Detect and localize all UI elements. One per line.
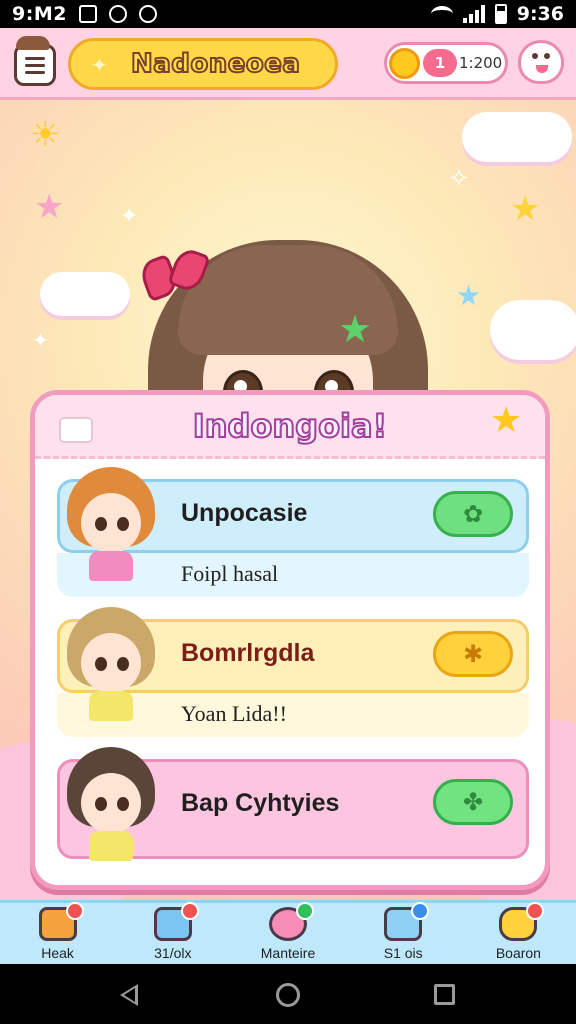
clover-icon: ✤ xyxy=(462,788,484,816)
star-icon[interactable]: ★ xyxy=(490,403,522,439)
nav-item-bear[interactable]: Boaron xyxy=(461,902,576,964)
coin-icon xyxy=(389,48,420,79)
coin-total: 1:200 xyxy=(459,54,503,72)
nav-item-home[interactable]: Heak xyxy=(0,902,115,964)
nav-label: Heak xyxy=(41,945,74,961)
character-avatar xyxy=(61,607,161,723)
top-app-bar: ✦ Nadoneoea 1 1:200 xyxy=(0,28,576,100)
bottom-navigation: Heak 31/olx Manteire S1 ois Boaron xyxy=(0,900,576,964)
status-time-right: 9:36 xyxy=(516,3,564,25)
cloud xyxy=(40,272,130,316)
dialog-title: Indongoia! xyxy=(192,406,388,446)
mascot-profile-button[interactable] xyxy=(518,40,564,84)
character-row[interactable]: Bomrlrgdla Yoan Lida!! ✱ xyxy=(57,607,529,741)
star-icon: ★ xyxy=(34,187,65,227)
gift-icon xyxy=(269,902,314,941)
recent-apps-icon[interactable] xyxy=(434,984,455,1005)
character-avatar xyxy=(61,467,161,583)
character-name: Bomrlrgdla xyxy=(181,639,315,667)
status-bar: 9:M2 9:36 xyxy=(0,0,576,28)
wifi-icon xyxy=(430,6,453,22)
sun-icon: ☀ xyxy=(30,115,61,155)
signal-icon xyxy=(462,5,485,23)
hat-icon xyxy=(16,36,50,50)
cloud xyxy=(462,112,572,162)
nav-label: Boaron xyxy=(495,945,541,961)
select-character-button[interactable]: ✤ xyxy=(433,779,513,825)
select-character-button[interactable]: ✱ xyxy=(433,631,513,677)
character-row[interactable]: Unpocasie Foipl hasal ✿ xyxy=(57,467,529,601)
cloud xyxy=(490,300,576,360)
sparkle-icon: ✦ xyxy=(120,204,139,229)
nav-label: 31/olx xyxy=(154,945,192,961)
house-icon xyxy=(38,902,84,941)
alert-icon xyxy=(138,5,157,23)
sparkle-icon: ✧ xyxy=(448,164,470,194)
game-title: Nadoneoea xyxy=(130,48,301,80)
image-notification-icon xyxy=(78,5,97,23)
back-icon[interactable] xyxy=(120,984,138,1006)
sparkle-icon: ✦ xyxy=(32,328,49,352)
character-row[interactable]: Bap Cyhtyies ✤ xyxy=(57,747,529,881)
nav-label: S1 ois xyxy=(383,945,423,961)
character-name: Bap Cyhtyies xyxy=(181,789,340,817)
star-hairclip-icon: ★ xyxy=(338,307,373,351)
character-avatar xyxy=(61,747,161,863)
mascot-icon xyxy=(536,65,548,73)
character-subtitle: Foipl hasal xyxy=(181,561,279,586)
home-icon[interactable] xyxy=(276,983,300,1007)
character-subtitle: Yoan Lida!! xyxy=(181,701,287,726)
system-navigation-bar xyxy=(0,964,576,1024)
nav-item-cards[interactable]: S1 ois xyxy=(346,902,461,964)
menu-button[interactable] xyxy=(14,44,56,86)
character-select-dialog: Indongoia! ★ Unpocasie Foipl hasal ✿ Bom… xyxy=(30,390,550,890)
game-title-banner: ✦ Nadoneoea xyxy=(68,38,338,90)
nav-item-gift[interactable]: Manteire xyxy=(230,902,345,964)
flower-icon: ✱ xyxy=(462,640,484,668)
nav-label: Manteire xyxy=(260,945,316,961)
select-character-button[interactable]: ✿ xyxy=(433,491,513,537)
sync-icon xyxy=(108,5,127,23)
coin-count-badge: 1 xyxy=(423,49,457,77)
calendar-icon xyxy=(153,902,199,941)
coin-counter[interactable]: 1 1:200 xyxy=(384,42,508,84)
nav-item-calendar[interactable]: 31/olx xyxy=(115,902,230,964)
sparkle-icon: ✦ xyxy=(91,53,108,77)
card-icon xyxy=(384,902,430,941)
star-icon: ★ xyxy=(510,189,541,229)
bear-icon xyxy=(499,902,545,941)
dialog-header: Indongoia! ★ xyxy=(35,395,545,459)
star-icon: ★ xyxy=(456,279,482,312)
frog-icon: ✿ xyxy=(462,500,484,528)
character-name: Unpocasie xyxy=(181,499,308,527)
status-time-left: 9:M2 xyxy=(12,3,67,25)
menu-icon xyxy=(25,56,45,60)
hair-bow-icon xyxy=(137,245,213,306)
battery-icon xyxy=(494,4,507,24)
